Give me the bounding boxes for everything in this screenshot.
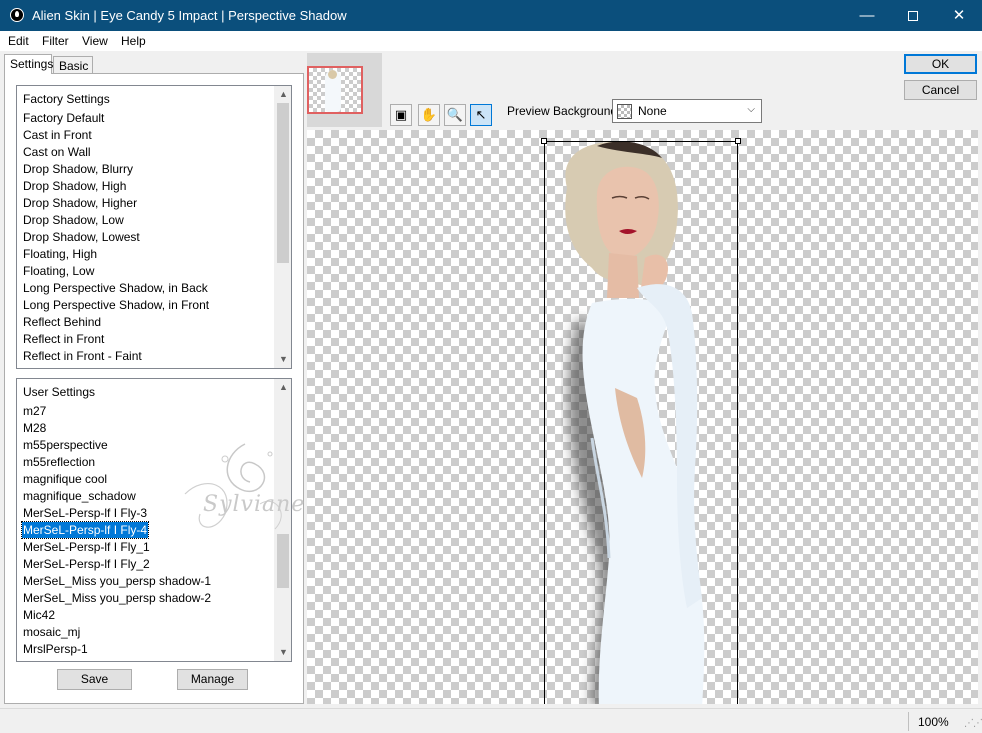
resize-handle-top-right[interactable] (735, 138, 741, 144)
factory-setting-item[interactable]: Floating, High (22, 246, 98, 262)
user-setting-item[interactable]: MerSeL-Persp-lf I Fly-4 (20, 521, 150, 539)
scroll-up-icon[interactable]: ▲ (275, 86, 291, 103)
cancel-button[interactable]: Cancel (904, 80, 977, 100)
scroll-down-icon[interactable]: ▼ (275, 644, 291, 661)
watermark-text: Sylviane (203, 492, 306, 517)
user-setting-item[interactable]: m27 (22, 403, 47, 419)
navigator-thumbnail[interactable] (307, 66, 363, 114)
user-setting-item[interactable]: MerSeL-Persp-lf I Fly_2 (22, 556, 151, 572)
menu-help[interactable]: Help (121, 34, 146, 48)
factory-settings-list[interactable]: Factory Settings Factory Default Cast in … (16, 85, 292, 369)
factory-setting-item[interactable]: Drop Shadow, Low (22, 212, 125, 228)
preview-canvas[interactable] (307, 130, 978, 704)
thumbnail-figure (325, 70, 341, 112)
user-setting-item[interactable]: MerSeL-Persp-lf I Fly-3 (22, 505, 148, 521)
menu-bar: Edit Filter View Help (0, 31, 982, 51)
user-setting-item[interactable]: magnifique_schadow (22, 488, 137, 504)
factory-setting-item[interactable]: Reflect in Front - Faint (22, 348, 143, 364)
close-button[interactable]: ✕ (936, 0, 982, 31)
save-button[interactable]: Save (57, 669, 132, 690)
ok-button[interactable]: OK (904, 54, 977, 74)
user-setting-item[interactable]: MerSeL_Miss you_persp shadow-1 (22, 573, 212, 589)
factory-setting-item[interactable]: Floating, Low (22, 263, 95, 279)
watermark: Sylviane (165, 434, 305, 544)
title-bar: Alien Skin | Eye Candy 5 Impact | Perspe… (0, 0, 982, 31)
factory-setting-item[interactable]: Drop Shadow, Higher (22, 195, 138, 211)
user-setting-item[interactable]: MrslPersp-1 (22, 641, 89, 657)
pointer-tool-button[interactable]: ↖ (470, 104, 492, 126)
window-title: Alien Skin | Eye Candy 5 Impact | Perspe… (32, 8, 347, 23)
factory-settings-header: Factory Settings (23, 92, 110, 106)
user-settings-header: User Settings (23, 385, 96, 399)
factory-scrollbar[interactable]: ▲ ▼ (274, 86, 291, 368)
factory-setting-item[interactable]: Drop Shadow, Blurry (22, 161, 134, 177)
factory-setting-item[interactable]: Long Perspective Shadow, in Back (22, 280, 209, 296)
factory-setting-item[interactable]: Reflect in Front (22, 331, 105, 347)
maximize-icon (908, 11, 918, 22)
chevron-down-icon: ⌵ (747, 104, 755, 115)
user-setting-item[interactable]: M28 (22, 420, 47, 436)
manage-button[interactable]: Manage (177, 669, 248, 690)
tab-basic[interactable]: Basic (53, 56, 93, 73)
hand-tool-button[interactable]: ✋ (418, 104, 440, 126)
user-setting-item[interactable]: mosaic_mj (22, 624, 81, 640)
zoom-tool-button[interactable]: 🔍 (444, 104, 466, 126)
watermark-flourish-icon (184, 443, 282, 530)
user-setting-item[interactable]: MerSeL_Miss you_persp shadow-2 (22, 590, 212, 606)
factory-setting-item[interactable]: Reflect Behind (22, 314, 102, 330)
factory-setting-item[interactable]: Cast on Wall (22, 144, 92, 160)
menu-filter[interactable]: Filter (42, 34, 69, 48)
preview-background-select[interactable]: None ⌵ (612, 99, 762, 123)
selection-box[interactable] (541, 138, 741, 704)
checker-swatch-icon (617, 104, 632, 119)
menu-edit[interactable]: Edit (8, 34, 29, 48)
factory-setting-item[interactable]: Drop Shadow, High (22, 178, 127, 194)
user-setting-item[interactable]: magnifique cool (22, 471, 108, 487)
resize-handle-top-left[interactable] (541, 138, 547, 144)
status-bar: 100% ⋰⋰ (0, 708, 982, 733)
alien-skin-app-icon (10, 8, 24, 22)
user-setting-item[interactable]: MerSeL-Persp-lf I Fly_1 (22, 539, 151, 555)
factory-scroll-thumb[interactable] (277, 103, 289, 263)
user-setting-item[interactable]: m55perspective (22, 437, 109, 453)
user-setting-item[interactable]: Mic42 (22, 607, 56, 623)
factory-setting-item[interactable]: Factory Default (22, 110, 105, 126)
factory-settings-items: Factory Settings Factory Default Cast in … (17, 86, 276, 368)
resize-grip-icon[interactable]: ⋰⋰ (964, 718, 982, 729)
user-setting-item[interactable]: m55reflection (22, 454, 96, 470)
preview-background-value: None (638, 104, 667, 118)
maximize-button[interactable] (890, 0, 936, 31)
factory-setting-item[interactable]: Long Perspective Shadow, in Front (22, 297, 210, 313)
status-divider (908, 712, 909, 731)
factory-setting-item[interactable]: Cast in Front (22, 127, 93, 143)
minimize-button[interactable]: — (844, 0, 890, 31)
menu-view[interactable]: View (82, 34, 108, 48)
factory-setting-item[interactable]: Drop Shadow, Lowest (22, 229, 141, 245)
scroll-down-icon[interactable]: ▼ (275, 351, 291, 368)
settings-panel: Factory Settings Factory Default Cast in … (4, 73, 304, 704)
tab-settings[interactable]: Settings (4, 54, 53, 74)
navigator-tool-button[interactable]: ▣ (390, 104, 412, 126)
zoom-level: 100% (918, 715, 949, 729)
preview-background-label: Preview Background: (507, 104, 621, 118)
scroll-up-icon[interactable]: ▲ (275, 379, 291, 396)
